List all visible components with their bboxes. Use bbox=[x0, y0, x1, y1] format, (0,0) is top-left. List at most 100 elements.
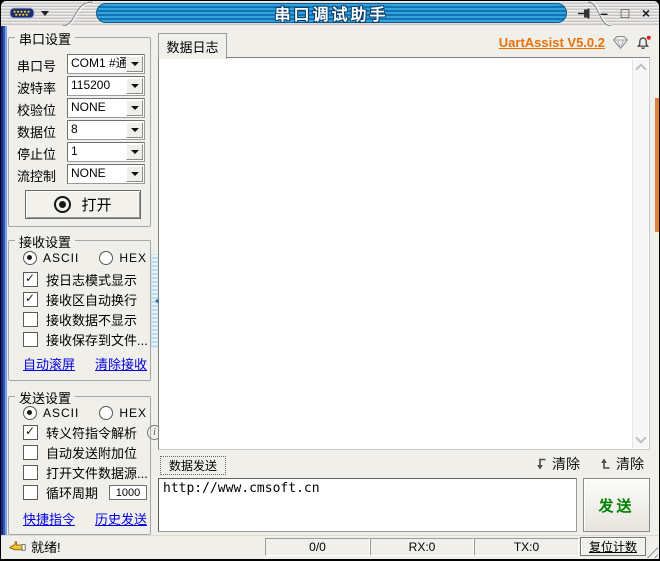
clear-receive-arrow-icon[interactable] bbox=[534, 457, 547, 471]
checkbox[interactable] bbox=[23, 424, 38, 440]
system-menu[interactable] bbox=[9, 6, 49, 20]
clear-send-button[interactable]: 清除 bbox=[616, 454, 644, 474]
checkbox-save-to-file[interactable]: 接收保存到文件... bbox=[23, 332, 148, 348]
dropdown-arrow-icon[interactable] bbox=[126, 122, 143, 138]
field-label: 串口号 bbox=[17, 59, 57, 74]
field-label: 停止位 bbox=[17, 147, 57, 162]
scroll-down-icon[interactable] bbox=[635, 432, 647, 444]
app-window: 串口调试助手 – □ × 串口设置 串口号 COM1 #通信 bbox=[0, 0, 660, 561]
checkbox-auto-append[interactable]: 自动发送附加位 bbox=[23, 445, 137, 461]
port-status-icon bbox=[54, 196, 72, 213]
checkbox[interactable] bbox=[23, 271, 38, 287]
group-title: 接收设置 bbox=[15, 232, 76, 251]
radio-hex-label[interactable]: HEX bbox=[119, 251, 147, 265]
combo-databits[interactable]: 8 bbox=[67, 120, 145, 140]
chevron-down-icon bbox=[41, 10, 49, 20]
radio-hex[interactable] bbox=[99, 406, 114, 420]
clear-receive-button[interactable]: 清除 bbox=[552, 454, 580, 474]
status-text: 就绪! bbox=[31, 540, 61, 555]
checkbox-file-source[interactable]: 打开文件数据源... bbox=[23, 465, 148, 481]
checkbox-escape-parse[interactable]: 转义符指令解析 i bbox=[23, 424, 163, 441]
log-scrollbar[interactable] bbox=[632, 59, 648, 448]
window-body: 串口设置 串口号 COM1 #通信 波特率 115200 校验位 NONE bbox=[1, 26, 659, 559]
open-port-button[interactable]: 打开 bbox=[25, 190, 141, 219]
cycle-period-input[interactable] bbox=[109, 485, 148, 500]
combo-port[interactable]: COM1 #通信 bbox=[67, 54, 145, 74]
radio-ascii-label[interactable]: ASCII bbox=[43, 251, 79, 265]
combo-flowcontrol[interactable]: NONE bbox=[67, 164, 145, 184]
resize-grip[interactable] bbox=[646, 546, 658, 558]
radio-ascii[interactable] bbox=[23, 406, 37, 420]
checkbox-log-mode[interactable]: 按日志模式显示 bbox=[23, 271, 137, 288]
combo-parity[interactable]: NONE bbox=[67, 98, 145, 118]
serial-field-row: 校验位 NONE bbox=[17, 98, 145, 118]
dropdown-arrow-icon[interactable] bbox=[126, 56, 143, 72]
checkbox[interactable] bbox=[23, 445, 38, 460]
checkbox[interactable] bbox=[23, 465, 38, 480]
radio-hex-label[interactable]: HEX bbox=[119, 406, 147, 420]
serial-port-icon bbox=[9, 7, 35, 19]
left-edge-decoration bbox=[1, 26, 7, 559]
log-area[interactable] bbox=[158, 57, 650, 450]
minimize-button[interactable]: – bbox=[597, 4, 611, 22]
combo-stopbits[interactable]: 1 bbox=[67, 142, 145, 162]
serial-field-row: 数据位 8 bbox=[17, 120, 145, 140]
history-send-link[interactable]: 历史发送 bbox=[95, 509, 147, 528]
send-data-input[interactable]: http://www.cmsoft.cn bbox=[158, 478, 577, 532]
group-title: 发送设置 bbox=[15, 388, 76, 407]
window-title: 串口调试助手 bbox=[274, 7, 389, 24]
send-settings-group: 发送设置 ASCII HEX 转义符指令解析 i 自动发送附加位 打开文件数据源… bbox=[8, 388, 173, 535]
serial-settings-group: 串口设置 串口号 COM1 #通信 波特率 115200 校验位 NONE bbox=[8, 29, 151, 227]
dropdown-arrow-icon[interactable] bbox=[126, 100, 143, 116]
close-button[interactable]: × bbox=[639, 4, 653, 22]
checkbox-auto-wrap[interactable]: 接收区自动换行 bbox=[23, 291, 137, 308]
field-label: 流控制 bbox=[17, 169, 57, 184]
radio-ascii[interactable] bbox=[23, 251, 37, 265]
tab-data-send[interactable]: 数据发送 bbox=[160, 456, 226, 475]
scroll-up-icon[interactable] bbox=[635, 63, 647, 75]
combo-baudrate[interactable]: 115200 bbox=[67, 76, 145, 96]
dropdown-arrow-icon[interactable] bbox=[126, 144, 143, 160]
send-button[interactable]: 发送 bbox=[583, 478, 650, 532]
serial-field-row: 串口号 COM1 #通信 bbox=[17, 54, 145, 74]
checkbox-hide-received[interactable]: 接收数据不显示 bbox=[23, 312, 137, 328]
receive-settings-group: 接收设置 ASCII HEX 按日志模式显示 接收区自动换行 接收数据不显示 bbox=[8, 232, 151, 381]
titlebar-curve-left bbox=[61, 1, 95, 26]
serial-field-row: 流控制 NONE bbox=[17, 164, 145, 184]
checkbox[interactable] bbox=[23, 312, 38, 327]
combo-value: NONE bbox=[71, 166, 106, 180]
status-bar: 就绪! 0/0 RX:0 TX:0 复位计数 bbox=[1, 536, 659, 559]
radio-ascii-label[interactable]: ASCII bbox=[43, 406, 79, 420]
pin-icon[interactable] bbox=[577, 6, 593, 21]
combo-value: 115200 bbox=[71, 78, 111, 92]
dropdown-arrow-icon[interactable] bbox=[126, 166, 143, 182]
field-label: 数据位 bbox=[17, 125, 57, 140]
checkbox[interactable] bbox=[23, 332, 38, 347]
pointing-hand-icon bbox=[9, 541, 26, 551]
notification-bell-icon[interactable] bbox=[636, 35, 652, 50]
titlebar[interactable]: 串口调试助手 – □ × bbox=[1, 1, 659, 27]
radio-hex[interactable] bbox=[99, 251, 114, 265]
count-panel: 0/0 bbox=[265, 538, 370, 556]
dropdown-arrow-icon[interactable] bbox=[126, 78, 143, 94]
shortcut-commands-link[interactable]: 快捷指令 bbox=[23, 509, 75, 528]
clear-send-arrow-icon[interactable] bbox=[598, 457, 611, 471]
combo-value: 8 bbox=[71, 122, 78, 136]
checkbox[interactable] bbox=[23, 291, 38, 307]
group-title: 串口设置 bbox=[15, 29, 76, 48]
gem-icon[interactable] bbox=[612, 35, 629, 50]
field-label: 波特率 bbox=[17, 81, 57, 96]
checkbox[interactable] bbox=[23, 485, 38, 500]
open-button-label: 打开 bbox=[81, 197, 112, 214]
reset-count-button[interactable]: 复位计数 bbox=[580, 537, 646, 556]
version-link[interactable]: UartAssist V5.0.2 bbox=[499, 35, 605, 50]
checkbox-cycle-send[interactable]: 循环周期 ms bbox=[23, 485, 173, 501]
maximize-button[interactable]: □ bbox=[618, 4, 632, 22]
combo-value: NONE bbox=[71, 100, 106, 114]
clear-receive-link[interactable]: 清除接收 bbox=[95, 354, 147, 373]
serial-field-row: 波特率 115200 bbox=[17, 76, 145, 96]
tab-label: 数据日志 bbox=[166, 40, 219, 55]
tab-label: 数据发送 bbox=[168, 459, 217, 473]
auto-scroll-link[interactable]: 自动滚屏 bbox=[23, 354, 75, 373]
tab-data-log[interactable]: 数据日志 bbox=[158, 33, 227, 59]
